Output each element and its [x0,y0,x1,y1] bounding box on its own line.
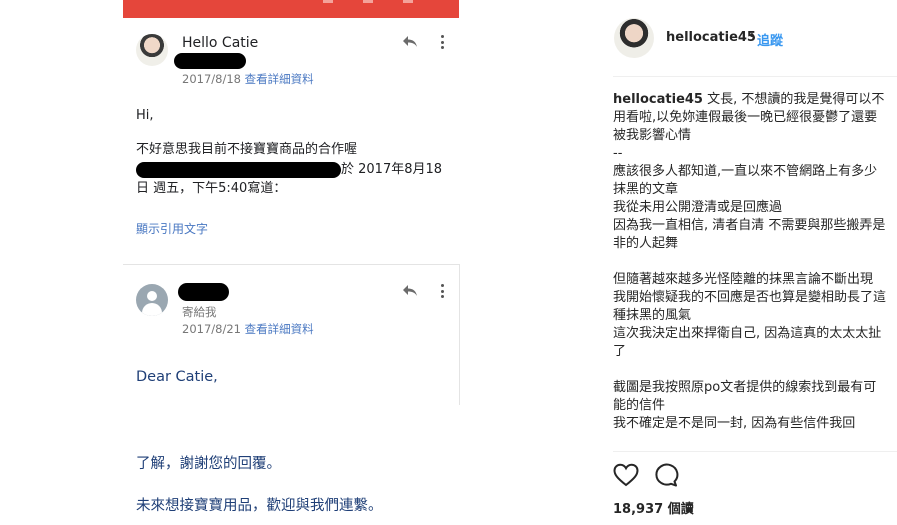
details-link[interactable]: 查看詳細資料 [245,72,314,86]
view-count-label: 個讀 [667,502,694,517]
date-text: 2017/8/18 [182,72,241,86]
more-options-icon[interactable] [441,284,445,298]
redaction-mark [136,162,341,178]
separator-dot: • [748,29,756,44]
more-options-icon[interactable] [441,35,445,49]
post-caption: hellocatie45 文長, 不想讀的我是覺得可以不用看啦,以免妳連假最後一… [613,91,887,449]
details-link[interactable]: 查看詳細資料 [245,322,314,336]
sender-avatar [136,34,168,66]
profile-avatar[interactable] [614,18,654,58]
date-text: 2017/8/21 [182,322,241,336]
username-link[interactable]: hellocatie45 [666,30,756,45]
generic-avatar-icon [136,284,168,316]
show-quoted-text-link[interactable]: 顯示引用文字 [136,220,208,237]
caption-username[interactable]: hellocatie45 [613,92,703,107]
email-greeting: Dear Catie, [136,369,218,385]
caption-text: -- 應該很多人都知道,一直以來不管網路上有多少抹黑的文章 我從未用公開澄清或是… [613,146,887,431]
comment-icon[interactable] [653,463,679,487]
email-reply-line: 了解，謝謝您的回覆。 [136,456,281,472]
sender-name: Hello Catie [182,35,259,51]
email-greeting: Hi, [136,108,154,123]
email-app-header [123,0,459,18]
email-body-line: 日 週五，下午5:40寫道： [136,181,287,196]
redaction-mark [174,53,246,69]
post-sidebar: hellocatie45 • 追蹤 hellocatie45 文長, 不想讀的我… [597,0,897,525]
follow-button[interactable]: 追蹤 [757,30,783,49]
email-message-2: 寄給我 2017/8/21 查看詳細資料 Dear Catie, [123,264,460,405]
view-count: 18,937 個讀 [613,498,694,517]
redaction-mark [178,283,229,301]
post-image: Hello Catie 2017/8/18 查看詳細資料 Hi, 不好意思我目前… [0,0,597,525]
reply-icon[interactable] [402,284,418,298]
email-message-1: Hello Catie 2017/8/18 查看詳細資料 Hi, 不好意思我目前… [123,18,459,246]
recipient-label: 寄給我 [182,305,217,319]
email-date: 2017/8/21 查看詳細資料 [182,321,314,337]
email-body-line: 於 2017年8月18 [341,162,443,177]
view-count-number: 18,937 [613,502,664,517]
heart-icon[interactable] [613,463,639,487]
actions-divider [613,451,897,452]
email-body-line: 不好意思我目前不接寶寶商品的合作喔 [136,142,358,157]
email-date: 2017/8/18 查看詳細資料 [182,71,314,87]
reply-icon[interactable] [402,35,418,49]
email-reply-line: 未來想接寶寶用品，歡迎與我們連繫。 [136,498,383,514]
header-divider [613,76,897,77]
